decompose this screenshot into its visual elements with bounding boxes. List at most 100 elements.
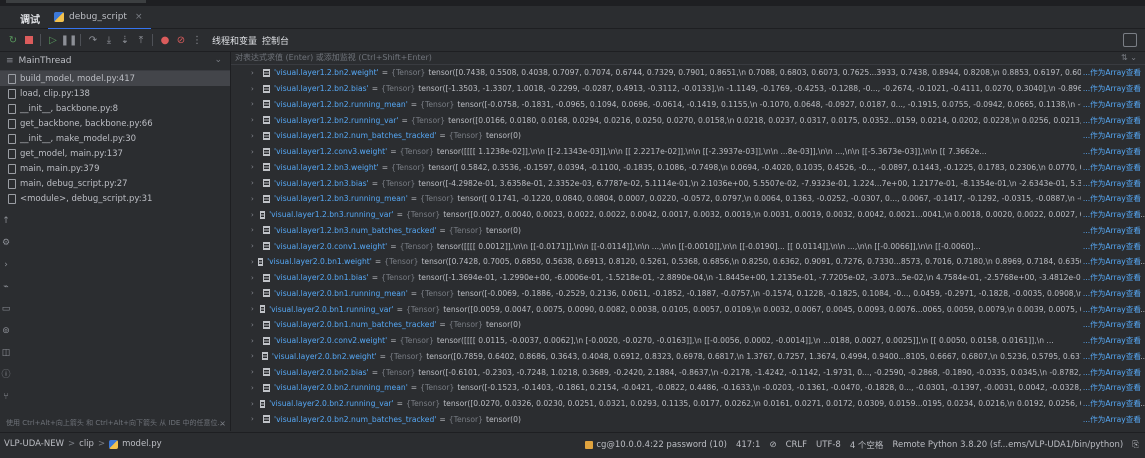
- breadcrumb-project[interactable]: VLP-UDA-NEW: [4, 439, 64, 449]
- expand-arrow-icon[interactable]: ›: [251, 368, 261, 376]
- tab-debug-session[interactable]: debug_script ×: [48, 6, 151, 30]
- variable-row[interactable]: ›'visual.layer2.0.bn1.weight'={Tensor}te…: [231, 254, 1145, 270]
- resume-icon[interactable]: ▷: [46, 33, 60, 47]
- variable-row[interactable]: ›'visual.layer2.0.bn2.weight'={Tensor}te…: [231, 349, 1145, 365]
- close-tab-icon[interactable]: ×: [135, 12, 143, 22]
- step-into-my-code-icon[interactable]: ⇣: [118, 33, 132, 47]
- view-as-array-link[interactable]: ...作为Array查看: [1081, 256, 1141, 267]
- stack-frame[interactable]: main, debug_script.py:27: [0, 176, 230, 191]
- evaluate-expression-input[interactable]: 对表达式求值 (Enter) 或添加监视 (Ctrl+Shift+Enter) …: [231, 52, 1145, 65]
- expand-arrow-icon[interactable]: ›: [251, 100, 261, 108]
- variable-row[interactable]: ›'visual.layer2.0.conv1.weight'={Tensor}…: [231, 238, 1145, 254]
- view-as-array-link[interactable]: ...作为Array查看: [1081, 146, 1141, 157]
- stack-frame[interactable]: main, main.py:379: [0, 161, 230, 176]
- variable-row[interactable]: ›'visual.layer2.0.bn2.running_var'={Tens…: [231, 396, 1145, 412]
- view-as-array-link[interactable]: ...作为Array查看: [1081, 67, 1141, 78]
- view-as-array-link[interactable]: ...作为Array查看: [1081, 130, 1141, 141]
- expand-arrow-icon[interactable]: ›: [251, 305, 258, 313]
- view-as-array-link[interactable]: ...作为Array查看: [1081, 430, 1141, 431]
- variable-row[interactable]: ›'visual.layer1.2.conv3.weight'={Tensor}…: [231, 144, 1145, 160]
- view-as-array-link[interactable]: ...作为Array查看: [1081, 351, 1141, 362]
- variable-row[interactable]: ›'visual.layer2.0.bn1.bias'={Tensor}tens…: [231, 270, 1145, 286]
- variable-row[interactable]: ›'visual.layer2.0.bn1.running_mean'={Ten…: [231, 286, 1145, 302]
- variable-row[interactable]: ›'visual.layer1.2.bn2.running_var'={Tens…: [231, 112, 1145, 128]
- stack-frame[interactable]: build_model, model.py:417: [0, 71, 230, 86]
- step-into-icon[interactable]: ⤓: [102, 33, 116, 47]
- git-icon[interactable]: ⑂: [0, 386, 12, 408]
- variable-row[interactable]: ›'visual.layer2.0.bn1.running_var'={Tens…: [231, 301, 1145, 317]
- variable-row[interactable]: ›'visual.layer2.0.bn2.num_batches_tracke…: [231, 412, 1145, 428]
- view-as-array-link[interactable]: ...作为Array查看: [1081, 178, 1141, 189]
- python-interpreter[interactable]: Remote Python 3.8.20 (sf...ems/VLP-UDA1/…: [892, 440, 1123, 450]
- terminal-icon[interactable]: ▭: [0, 298, 12, 320]
- indent-setting[interactable]: 4 个空格: [850, 439, 884, 451]
- thread-selector[interactable]: ≡ MainThread ⌄: [0, 52, 230, 71]
- file-encoding[interactable]: UTF-8: [816, 440, 841, 450]
- view-as-array-link[interactable]: ...作为Array查看: [1081, 272, 1141, 283]
- caret-position[interactable]: 417:1: [736, 440, 761, 450]
- layout-settings-icon[interactable]: [1123, 33, 1137, 47]
- python-console-icon[interactable]: ⌁: [0, 276, 12, 298]
- expand-arrow-icon[interactable]: ›: [251, 400, 258, 408]
- view-as-array-link[interactable]: ...作为Array查看: [1081, 83, 1141, 94]
- view-as-array-link[interactable]: ...作为Array查看: [1081, 335, 1141, 346]
- step-out-icon[interactable]: ⤒: [134, 33, 148, 47]
- expand-arrow-icon[interactable]: ›: [251, 274, 261, 282]
- stack-frame[interactable]: <module>, debug_script.py:31: [0, 191, 230, 206]
- variable-row[interactable]: ›'visual.layer2.0.bn2.running_mean'={Ten…: [231, 380, 1145, 396]
- problems-icon[interactable]: ⓘ: [0, 364, 12, 386]
- expand-arrow-icon[interactable]: ›: [251, 321, 261, 329]
- line-separator[interactable]: CRLF: [786, 440, 807, 450]
- expand-arrow-icon[interactable]: ›: [251, 337, 261, 345]
- expand-arrow-icon[interactable]: ›: [251, 132, 261, 140]
- expand-arrow-icon[interactable]: ›: [251, 352, 260, 360]
- variable-row[interactable]: ›'visual.layer1.2.bn3.num_batches_tracke…: [231, 223, 1145, 239]
- variable-row[interactable]: ›'visual.layer1.2.bn2.running_mean'={Ten…: [231, 97, 1145, 113]
- view-as-array-link[interactable]: ...作为Array查看: [1081, 288, 1141, 299]
- arrow-up-icon[interactable]: ↑: [0, 210, 12, 232]
- tab-console[interactable]: 控制台: [262, 34, 289, 47]
- stack-frame[interactable]: get_backbone, backbone.py:66: [0, 116, 230, 131]
- variable-row[interactable]: ›'visual.layer1.2.bn2.bias'={Tensor}tens…: [231, 81, 1145, 97]
- gear-icon[interactable]: ⚙: [0, 232, 12, 254]
- expand-arrow-icon[interactable]: ›: [251, 163, 261, 171]
- view-as-array-link[interactable]: ...作为Array查看: [1081, 398, 1141, 409]
- expand-arrow-icon[interactable]: ›: [251, 242, 261, 250]
- variable-row[interactable]: ›'visual.layer2.0.conv2.weight'={Tensor}…: [231, 333, 1145, 349]
- readonly-icon[interactable]: ⎘: [1132, 440, 1139, 450]
- arrow-right-icon[interactable]: ›: [0, 254, 12, 276]
- expand-arrow-icon[interactable]: ›: [251, 415, 261, 423]
- remote-host-widget[interactable]: cg@10.0.0.4:22 password (10): [585, 440, 727, 450]
- view-as-array-link[interactable]: ...作为Array查看: [1081, 241, 1141, 252]
- view-as-array-link[interactable]: ...作为Array查看: [1081, 225, 1141, 236]
- stack-frame[interactable]: load, clip.py:138: [0, 86, 230, 101]
- view-as-array-link[interactable]: ...作为Array查看: [1081, 209, 1141, 220]
- breadcrumb-folder[interactable]: clip: [79, 439, 94, 449]
- variable-row[interactable]: ›'visual.layer1.2.bn3.bias'={Tensor}tens…: [231, 175, 1145, 191]
- expand-arrow-icon[interactable]: ›: [251, 211, 258, 219]
- view-as-array-link[interactable]: ...作为Array查看: [1081, 304, 1141, 315]
- expand-arrow-icon[interactable]: ›: [251, 85, 261, 93]
- collapse-icon[interactable]: ⇅ ⌄: [1121, 52, 1137, 64]
- variable-row[interactable]: ›'visual.layer2.0.conv3.weight'={Tensor}…: [231, 427, 1145, 431]
- expand-arrow-icon[interactable]: ›: [251, 289, 261, 297]
- view-breakpoints-icon[interactable]: ●: [158, 33, 172, 47]
- view-as-array-link[interactable]: ...作为Array查看: [1081, 367, 1141, 378]
- view-as-array-link[interactable]: ...作为Array查看: [1081, 162, 1141, 173]
- close-hint-icon[interactable]: ×: [219, 419, 226, 428]
- stack-frame[interactable]: __init__, make_model.py:30: [0, 131, 230, 146]
- layers-icon[interactable]: ◫: [0, 342, 12, 364]
- expand-arrow-icon[interactable]: ›: [251, 148, 261, 156]
- stack-frame[interactable]: __init__, backbone.py:8: [0, 101, 230, 116]
- expand-arrow-icon[interactable]: ›: [251, 116, 261, 124]
- variable-row[interactable]: ›'visual.layer1.2.bn2.weight'={Tensor}te…: [231, 65, 1145, 81]
- view-as-array-link[interactable]: ...作为Array查看: [1081, 382, 1141, 393]
- view-as-array-link[interactable]: ...作为Array查看: [1081, 414, 1141, 425]
- variable-row[interactable]: ›'visual.layer1.2.bn3.running_var'={Tens…: [231, 207, 1145, 223]
- expand-arrow-icon[interactable]: ›: [251, 384, 261, 392]
- tab-threads-variables[interactable]: 线程和变量: [212, 34, 257, 47]
- expand-arrow-icon[interactable]: ›: [251, 195, 261, 203]
- pause-icon[interactable]: ❚❚: [62, 33, 76, 47]
- variable-row[interactable]: ›'visual.layer1.2.bn2.num_batches_tracke…: [231, 128, 1145, 144]
- view-as-array-link[interactable]: ...作为Array查看: [1081, 319, 1141, 330]
